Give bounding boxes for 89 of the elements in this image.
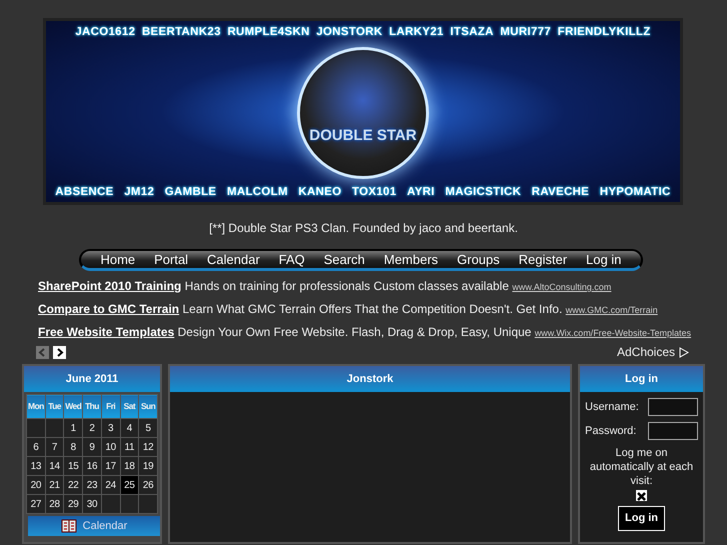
nav-link[interactable]: Members: [384, 250, 438, 270]
password-field[interactable]: [648, 422, 698, 440]
weekday-header: Fri: [101, 394, 120, 418]
site-tagline: [**] Double Star PS3 Clan. Founded by jaco and beertank.: [208, 220, 519, 237]
ad-url-link[interactable]: www.AltoConsulting.com: [512, 282, 612, 292]
calendar-day[interactable]: 20: [26, 476, 46, 494]
calendar-day[interactable]: 22: [64, 476, 83, 494]
banner-member-name: ITSAZA: [450, 25, 494, 40]
calendar-day[interactable]: 8: [64, 438, 83, 456]
remember-label: Log me on automatically at each visit:: [588, 446, 694, 488]
weekday-header: Mon: [26, 394, 46, 418]
calendar-day[interactable]: 28: [45, 494, 64, 514]
calendar-day[interactable]: 19: [138, 456, 158, 476]
calendar-button[interactable]: Calendar: [28, 516, 160, 536]
username-label: Username:: [585, 400, 639, 415]
calendar-day[interactable]: 15: [64, 456, 83, 476]
banner-member-name: RUMPLE4SKN: [227, 25, 310, 40]
logo-text: DOUBLE STAR: [309, 126, 417, 146]
ad-choices-label[interactable]: AdChoices: [616, 343, 675, 361]
panel-title: Log in: [580, 366, 703, 392]
calendar-day[interactable]: 24: [101, 476, 120, 494]
banner-member-name: JONSTORK: [316, 25, 382, 40]
banner-member-name: HYPOMATIC: [600, 184, 671, 200]
ad-text: Hands on training for professionals Custom classes available: [184, 279, 509, 293]
nav-link[interactable]: Log in: [586, 250, 622, 270]
banner-member-name: MALCOLM: [226, 184, 288, 200]
banner-member-name: MURI777: [500, 25, 551, 40]
banner-member-name: ABSENCE: [55, 184, 114, 200]
calendar-day[interactable]: 25: [120, 476, 139, 494]
nav-link[interactable]: Home: [100, 250, 136, 270]
calendar-day[interactable]: 9: [82, 438, 102, 456]
ad-title-link[interactable]: Compare to GMC Terrain: [38, 302, 180, 316]
remember-checkbox[interactable]: [636, 490, 647, 501]
calendar-day[interactable]: 30: [82, 494, 102, 514]
play-triangle-icon[interactable]: [679, 346, 689, 358]
banner-member-name: TOX101: [352, 184, 396, 200]
weekday-header: Sun: [138, 394, 158, 418]
weekday-header: Sat: [120, 394, 139, 418]
banner-member-name: MAGICSTICK: [445, 184, 522, 200]
panel-title: Jonstork: [170, 366, 570, 392]
nav-link[interactable]: Groups: [457, 250, 500, 270]
ad-title-link[interactable]: SharePoint 2010 Training: [38, 279, 182, 293]
banner-member-name: BEERTANK23: [142, 25, 221, 40]
ad-text: Design Your Own Free Website. Flash, Drag & Drop, Easy, Unique: [178, 325, 532, 339]
ad-text: Learn What GMC Terrain Offers That the Competition Doesn't. Get Info.: [182, 302, 562, 316]
calendar-title: June 2011: [24, 366, 160, 392]
weekday-header: Wed: [64, 394, 83, 418]
banner-member-name: JM12: [124, 184, 154, 200]
calendar-day[interactable]: 1: [64, 418, 83, 438]
calendar-day[interactable]: 5: [138, 418, 158, 438]
calendar-day[interactable]: 3: [101, 418, 120, 438]
calendar-day[interactable]: 2: [82, 418, 102, 438]
nav-link[interactable]: Calendar: [207, 250, 260, 270]
ad-url-link[interactable]: www.Wix.com/Free-Website-Templates: [534, 328, 692, 338]
calendar-day[interactable]: 26: [138, 476, 158, 494]
banner-member-name: FRIENDLYKILLZ: [558, 25, 651, 40]
calendar-day[interactable]: 11: [120, 438, 139, 456]
banner-member-name: RAVECHE: [532, 184, 590, 200]
banner-member-name: JACO1612: [75, 25, 136, 40]
nav-link[interactable]: FAQ: [278, 250, 305, 270]
calendar-day[interactable]: 4: [120, 418, 139, 438]
calendar-day[interactable]: 14: [45, 456, 64, 476]
calendar-day[interactable]: 6: [26, 438, 46, 456]
calendar-day[interactable]: 7: [45, 438, 64, 456]
weekday-header: Tue: [45, 394, 64, 418]
calendar-day[interactable]: 23: [82, 476, 102, 494]
calendar-day[interactable]: 29: [64, 494, 83, 514]
calendar-day[interactable]: 16: [82, 456, 102, 476]
username-field[interactable]: [648, 398, 698, 416]
password-label: Password:: [585, 424, 636, 439]
calendar-day[interactable]: 18: [120, 456, 139, 476]
weekday-header: Thu: [82, 394, 102, 418]
calendar-day[interactable]: 17: [101, 456, 120, 476]
banner-member-name: GAMBLE: [164, 184, 216, 200]
calendar-day[interactable]: 27: [26, 494, 46, 514]
calendar-day[interactable]: 12: [138, 438, 158, 456]
login-button[interactable]: Log in: [618, 506, 665, 530]
nav-link[interactable]: Register: [518, 250, 568, 270]
ad-url-link[interactable]: www.GMC.com/Terrain: [566, 305, 658, 315]
banner-member-name: KANEO: [298, 184, 342, 200]
banner-member-name: LARKY21: [389, 25, 444, 40]
nav-link[interactable]: Search: [324, 250, 365, 270]
calendar-day[interactable]: 21: [45, 476, 64, 494]
ad-title-link[interactable]: Free Website Templates: [38, 325, 174, 339]
calendar-day[interactable]: 13: [26, 456, 46, 476]
calendar-day[interactable]: 10: [101, 438, 120, 456]
calendar-book-icon: [60, 519, 77, 533]
banner-member-name: AYRI: [407, 184, 435, 200]
nav-link[interactable]: Portal: [154, 250, 188, 270]
